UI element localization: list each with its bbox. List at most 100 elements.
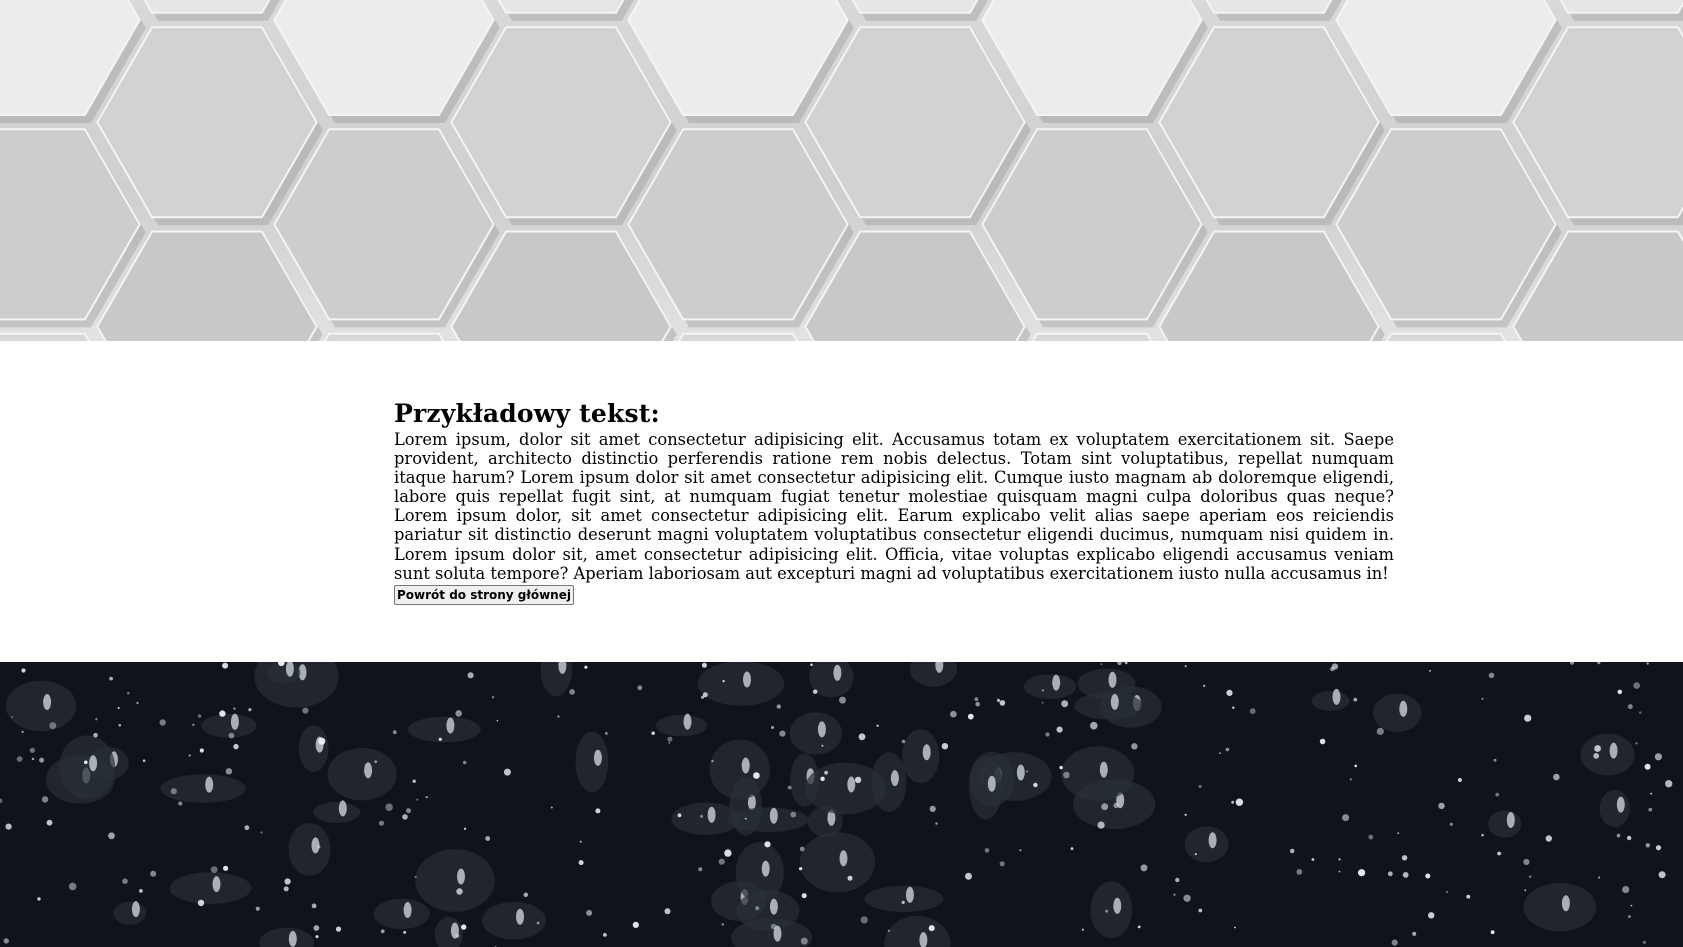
water-droplet: [1457, 778, 1462, 782]
water-drop: [909, 662, 957, 687]
water-drop: [789, 712, 843, 755]
water-droplet: [0, 798, 3, 803]
water-droplet: [1650, 792, 1653, 795]
water-droplet: [1235, 798, 1244, 806]
water-droplet: [1061, 700, 1069, 708]
water-droplet: [403, 930, 407, 934]
water-droplet: [928, 925, 935, 932]
water-droplet: [839, 696, 846, 704]
water-drop-highlight: [288, 930, 297, 947]
water-droplet: [1594, 745, 1601, 752]
water-droplet: [283, 886, 289, 892]
water-drop: [113, 901, 147, 925]
water-droplet: [1124, 662, 1128, 665]
water-droplet: [1226, 689, 1233, 696]
water-drop-highlight: [403, 902, 412, 918]
water-droplet: [1194, 853, 1197, 856]
water-drop-highlight: [741, 757, 750, 774]
water-drop-highlight: [1609, 742, 1618, 759]
water-drop: [726, 807, 809, 832]
water-droplet: [1665, 780, 1673, 788]
water-droplet: [668, 742, 670, 744]
water-droplet: [603, 933, 607, 937]
water-drop-highlight: [1016, 764, 1025, 781]
water-droplet: [701, 695, 705, 699]
water-drop-highlight: [683, 713, 692, 730]
water-droplet: [122, 878, 128, 884]
water-droplet: [16, 756, 23, 762]
water-droplet: [901, 739, 906, 744]
water-droplet: [569, 689, 575, 695]
water-droplet: [1175, 877, 1180, 883]
water-droplet: [118, 723, 122, 727]
water-droplet: [1622, 886, 1630, 894]
water-droplet: [701, 662, 707, 668]
water-droplet: [1358, 869, 1366, 877]
water-droplet: [210, 866, 218, 873]
water-drop-highlight: [205, 776, 214, 793]
water-droplet: [335, 926, 342, 932]
water-droplet: [199, 748, 204, 753]
water-droplet: [1627, 915, 1631, 919]
water-droplet: [1481, 834, 1484, 837]
water-drop-highlight: [1110, 693, 1119, 710]
water-droplet: [813, 689, 818, 694]
water-droplet: [722, 680, 725, 683]
water-droplet: [1497, 851, 1501, 856]
water-droplet: [1524, 889, 1527, 892]
water-droplet: [801, 893, 807, 899]
water-droplet: [800, 937, 808, 945]
water-drop-highlight: [1506, 812, 1515, 828]
water-drop: [655, 714, 708, 737]
water-droplet: [1289, 848, 1295, 854]
water-droplet: [416, 798, 419, 801]
water-droplet: [1598, 876, 1601, 879]
water-drop-highlight: [839, 850, 848, 867]
water-droplet: [219, 710, 226, 717]
water-droplet: [858, 733, 866, 741]
water-droplet: [1342, 814, 1350, 822]
water-drop: [59, 735, 116, 799]
water-drop: [1488, 810, 1522, 838]
water-droplet: [284, 878, 291, 885]
water-droplet: [317, 845, 321, 849]
water-droplet: [1616, 833, 1621, 838]
water-droplet: [49, 722, 57, 730]
water-drop: [1061, 746, 1135, 801]
water-droplet: [228, 732, 235, 739]
water-droplet: [438, 737, 442, 741]
water-droplet: [46, 819, 53, 826]
water-droplet: [1033, 782, 1038, 788]
water-droplet: [941, 743, 949, 750]
water-droplet: [1412, 931, 1417, 936]
water-droplet: [1645, 843, 1651, 848]
water-droplet: [1234, 926, 1236, 929]
water-droplet: [770, 923, 777, 930]
water-drop: [408, 716, 481, 743]
water-droplet: [302, 707, 309, 714]
hexagon-tile: [627, 0, 849, 116]
water-droplet: [1137, 925, 1141, 929]
water-droplet: [188, 754, 191, 757]
water-drop: [884, 915, 951, 947]
water-droplet: [929, 805, 936, 812]
back-to-home-button[interactable]: Powrót do strony głównej: [394, 584, 574, 605]
water-droplet: [142, 759, 146, 762]
water-droplet: [1445, 890, 1449, 893]
water-drop: [697, 662, 785, 706]
water-droplet: [1553, 773, 1560, 781]
water-droplet: [667, 736, 673, 742]
water-droplet: [1648, 807, 1653, 812]
water-droplet: [318, 737, 326, 745]
water-droplet: [503, 768, 511, 776]
water-droplet: [1101, 803, 1109, 811]
water-drop: [288, 823, 331, 876]
water-droplet: [950, 710, 957, 718]
water-droplet: [753, 772, 760, 779]
water-drop-highlight: [922, 744, 931, 761]
water-droplet: [718, 858, 725, 865]
water-droplet: [192, 723, 195, 726]
water-drop: [267, 662, 301, 684]
water-droplet: [821, 744, 824, 747]
water-droplet: [700, 814, 704, 818]
